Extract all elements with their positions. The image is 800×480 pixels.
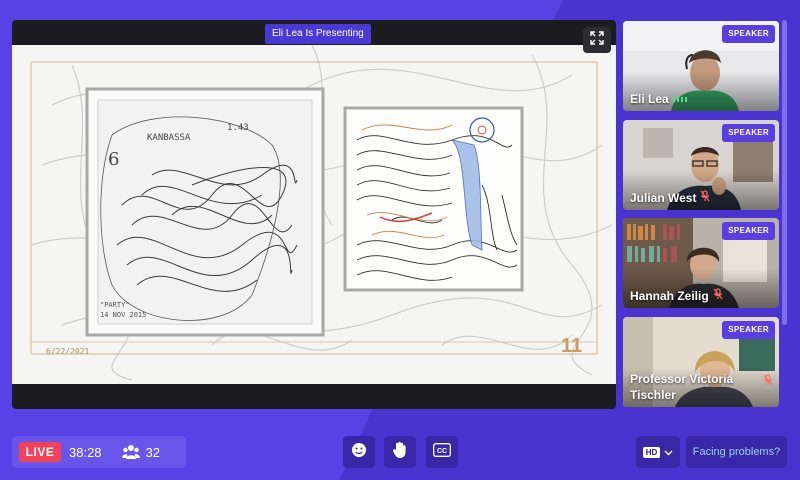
- svg-text:"PARTY": "PARTY": [100, 301, 130, 309]
- mic-muted-icon: [700, 190, 710, 206]
- participant-name: Hannah Zeilig: [630, 288, 723, 304]
- facing-problems-button[interactable]: Facing problems?: [686, 436, 787, 468]
- hd-label: HD: [642, 446, 661, 458]
- speaker-badge: SPEAKER: [722, 222, 775, 240]
- svg-text:CC: CC: [437, 448, 447, 455]
- svg-text:14 NOV 2015: 14 NOV 2015: [100, 311, 146, 319]
- participant-name: Eli Lea: [630, 91, 687, 107]
- audio-level-icon: [672, 91, 687, 107]
- quality-selector[interactable]: HD: [636, 436, 680, 468]
- chevron-down-icon: [664, 443, 673, 461]
- viewer-count: 32: [145, 444, 161, 460]
- mic-muted-icon: [763, 374, 773, 390]
- people-icon: [121, 444, 140, 460]
- participant-name: Professor Victoria Tischler: [630, 371, 776, 403]
- cc-icon: CC: [433, 442, 451, 462]
- expand-icon: [590, 30, 604, 50]
- presenter-banner: Eli Lea Is Presenting: [265, 24, 371, 44]
- elapsed-timer: 38:28: [69, 444, 102, 460]
- live-badge: LIVE: [19, 442, 61, 462]
- speaker-badge: SPEAKER: [722, 124, 775, 142]
- slide-artwork: KANBASSA 6 1.43 "PARTY" 14 NOV 2015: [30, 45, 613, 381]
- shared-slide: KANBASSA 6 1.43 "PARTY" 14 NOV 2015 6/22…: [12, 45, 616, 384]
- svg-text:6: 6: [108, 149, 119, 170]
- participant-tile-victoria-tischler[interactable]: SPEAKER Professor Victoria Tischler: [623, 317, 779, 407]
- speaker-badge: SPEAKER: [722, 321, 775, 339]
- sketch-scribble-text: KANBASSA: [147, 133, 191, 143]
- slide-date: 6/22/2021: [46, 347, 90, 356]
- raise-hand-button[interactable]: [384, 436, 416, 468]
- hand-icon: [392, 441, 408, 464]
- live-status-bar: LIVE 38:28 32: [12, 436, 186, 468]
- participants-scrollbar[interactable]: [782, 20, 787, 325]
- speaker-badge: SPEAKER: [722, 25, 775, 43]
- participant-name: Julian West: [630, 190, 710, 206]
- captions-button[interactable]: CC: [426, 436, 458, 468]
- participant-tile-eli-lea[interactable]: SPEAKER Eli Lea: [623, 21, 779, 111]
- participant-tile-hannah-zeilig[interactable]: SPEAKER Hannah Zeilig: [623, 218, 779, 308]
- mic-muted-icon: [713, 288, 723, 304]
- participant-tile-julian-west[interactable]: SPEAKER Julian West: [623, 120, 779, 210]
- slide-number: 11: [561, 335, 583, 357]
- smiley-icon: [351, 442, 367, 463]
- fullscreen-button[interactable]: [583, 27, 611, 53]
- svg-text:1.43: 1.43: [227, 123, 249, 133]
- emoji-reaction-button[interactable]: [343, 436, 375, 468]
